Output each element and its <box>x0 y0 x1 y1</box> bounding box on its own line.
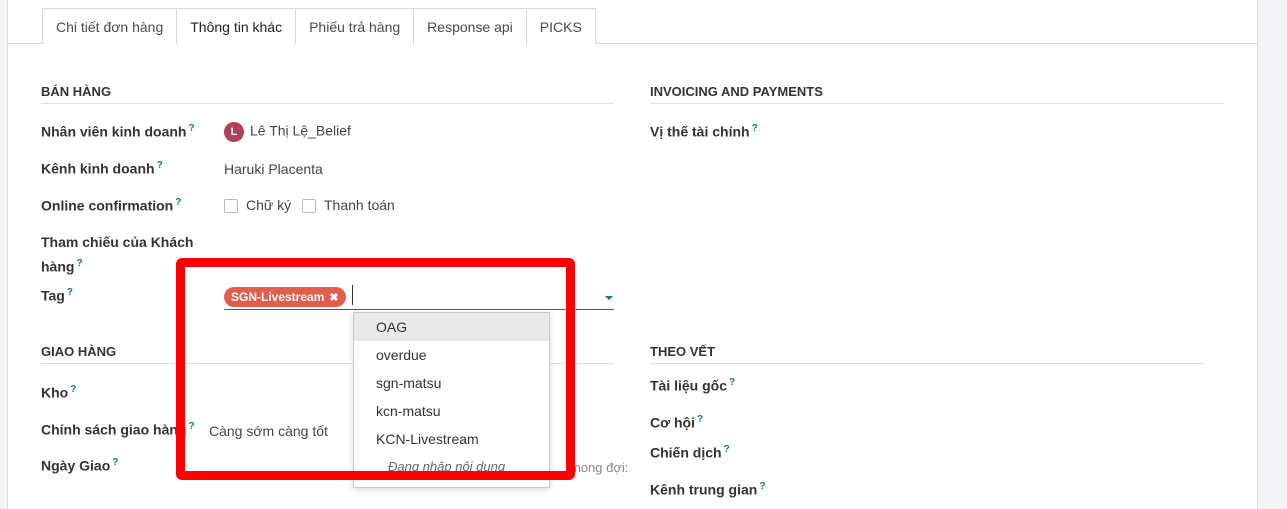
signature-checkbox-row[interactable]: Chữ ký <box>224 197 292 214</box>
salesperson-value: Lê Thị Lệ_Belief <box>250 122 351 139</box>
channel-value[interactable]: Haruki Placenta <box>224 161 323 177</box>
section-title-tracking: THEO VẾT <box>650 344 1205 364</box>
signature-checkbox[interactable] <box>224 199 238 214</box>
help-icon[interactable]: ? <box>67 287 73 298</box>
tab-order-details[interactable]: Chi tiết đơn hàng <box>42 8 178 44</box>
payment-checkbox-row[interactable]: Thanh toán <box>302 197 395 214</box>
tab-other-info[interactable]: Thông tin khác <box>176 8 297 45</box>
help-icon[interactable]: ? <box>697 414 703 425</box>
signature-label: Chữ ký <box>246 197 292 213</box>
customer-ref-label: Tham chiếu của Khách hàng? <box>41 234 194 275</box>
tag-chip-label: SGN-Livestream <box>231 290 325 304</box>
help-icon[interactable]: ? <box>157 160 163 171</box>
tag-remove-icon[interactable]: ✖ <box>329 291 338 304</box>
help-icon[interactable]: ? <box>759 481 765 492</box>
dropdown-search-more[interactable]: Đang nhập nội dung <box>354 453 549 481</box>
dropdown-item-kcn-livestream[interactable]: KCN-Livestream <box>354 425 549 453</box>
delivery-date-label: Ngày Giao? <box>41 457 119 474</box>
help-icon[interactable]: ? <box>724 444 730 455</box>
medium-label: Kênh trung gian? <box>650 481 766 498</box>
expected-date-hint: mong đợi: <box>570 460 629 475</box>
salesperson-label: Nhân viên kinh doanh? <box>41 123 195 140</box>
help-icon[interactable]: ? <box>70 384 76 395</box>
tag-label: Tag? <box>41 287 73 304</box>
delivery-policy-value[interactable]: Càng sớm càng tốt <box>209 423 328 439</box>
help-icon[interactable]: ? <box>112 457 118 468</box>
tag-input[interactable] <box>224 309 614 310</box>
dropdown-item-oag[interactable]: OAG <box>354 313 549 341</box>
delivery-policy-label: Chính sách giao hàng? <box>41 421 195 438</box>
campaign-label: Chiến dịch? <box>650 444 730 461</box>
tag-dropdown: OAG overdue sgn-matsu kcn-matsu KCN-Live… <box>353 312 550 488</box>
tab-picks[interactable]: PICKS <box>525 8 596 44</box>
source-document-label: Tài liệu gốc? <box>650 377 736 394</box>
dropdown-item-kcn-matsu[interactable]: kcn-matsu <box>354 397 549 425</box>
tag-input-caret <box>352 285 353 305</box>
channel-label: Kênh kinh doanh? <box>41 160 163 177</box>
tab-returns[interactable]: Phiếu trả hàng <box>295 8 415 44</box>
chevron-down-icon[interactable] <box>605 296 613 300</box>
payment-checkbox[interactable] <box>302 199 316 214</box>
tag-chip-sgn-livestream: SGN-Livestream ✖ <box>224 287 346 307</box>
section-title-sales: BÁN HÀNG <box>41 84 614 104</box>
fiscal-position-label: Vị thế tài chính? <box>650 123 758 140</box>
help-icon[interactable]: ? <box>188 421 194 432</box>
help-icon[interactable]: ? <box>175 197 181 208</box>
avatar: L <box>224 122 244 142</box>
form-sheet: Chi tiết đơn hàng Thông tin khác Phiếu t… <box>7 0 1258 509</box>
tab-response-api[interactable]: Response api <box>413 8 527 44</box>
help-icon[interactable]: ? <box>752 123 758 134</box>
notebook-tabs: Chi tiết đơn hàng Thông tin khác Phiếu t… <box>42 8 596 45</box>
opportunity-label: Cơ hội? <box>650 414 704 431</box>
help-icon[interactable]: ? <box>188 123 194 134</box>
dropdown-item-sgn-matsu[interactable]: sgn-matsu <box>354 369 549 397</box>
help-icon[interactable]: ? <box>729 377 735 388</box>
payment-label: Thanh toán <box>324 197 395 213</box>
online-confirmation-label: Online confirmation? <box>41 197 182 214</box>
warehouse-label: Kho? <box>41 384 77 401</box>
dropdown-item-overdue[interactable]: overdue <box>354 341 549 369</box>
section-title-invoicing: INVOICING AND PAYMENTS <box>650 84 1224 104</box>
help-icon[interactable]: ? <box>76 258 82 269</box>
salesperson-field[interactable]: L Lê Thị Lệ_Belief <box>224 122 351 142</box>
